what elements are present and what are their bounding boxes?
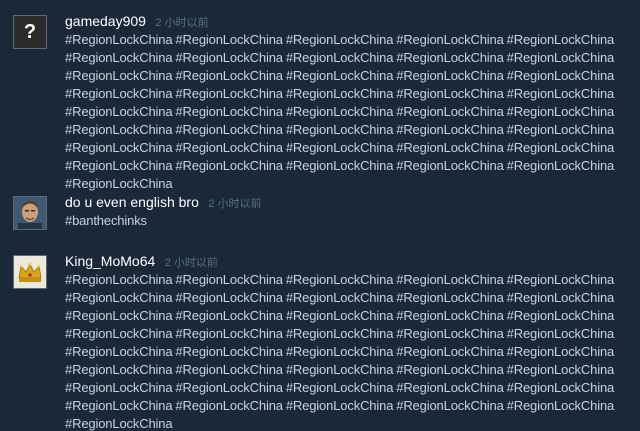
user-photo-avatar — [14, 197, 46, 229]
avatar[interactable] — [13, 255, 47, 289]
comment-text: #banthechinks — [65, 213, 147, 228]
comment-timestamp: 2 小时以前 — [155, 17, 209, 29]
comment-header: do u even english bro 2 小时以前 — [65, 193, 262, 213]
avatar[interactable]: ? — [13, 15, 47, 49]
comment-text: #RegionLockChina #RegionLockChina #Regio… — [65, 272, 615, 431]
comment-timestamp: 2 小时以前 — [164, 257, 218, 269]
comment-header: gameday909 2 小时以前 — [65, 12, 209, 32]
comment-timestamp: 2 小时以前 — [208, 198, 262, 210]
question-mark-icon: ? — [14, 16, 46, 48]
comment-author[interactable]: King_MoMo64 — [65, 253, 155, 269]
comment-author[interactable]: do u even english bro — [65, 194, 199, 210]
avatar[interactable] — [13, 196, 47, 230]
comment-text: #RegionLockChina #RegionLockChina #Regio… — [65, 32, 615, 191]
comment-author[interactable]: gameday909 — [65, 13, 146, 29]
comment-thread: ? gameday909 2 小时以前 #RegionLockChina #Re… — [0, 0, 640, 431]
comment-header: King_MoMo64 2 小时以前 — [65, 252, 218, 272]
crown-icon — [14, 256, 46, 288]
